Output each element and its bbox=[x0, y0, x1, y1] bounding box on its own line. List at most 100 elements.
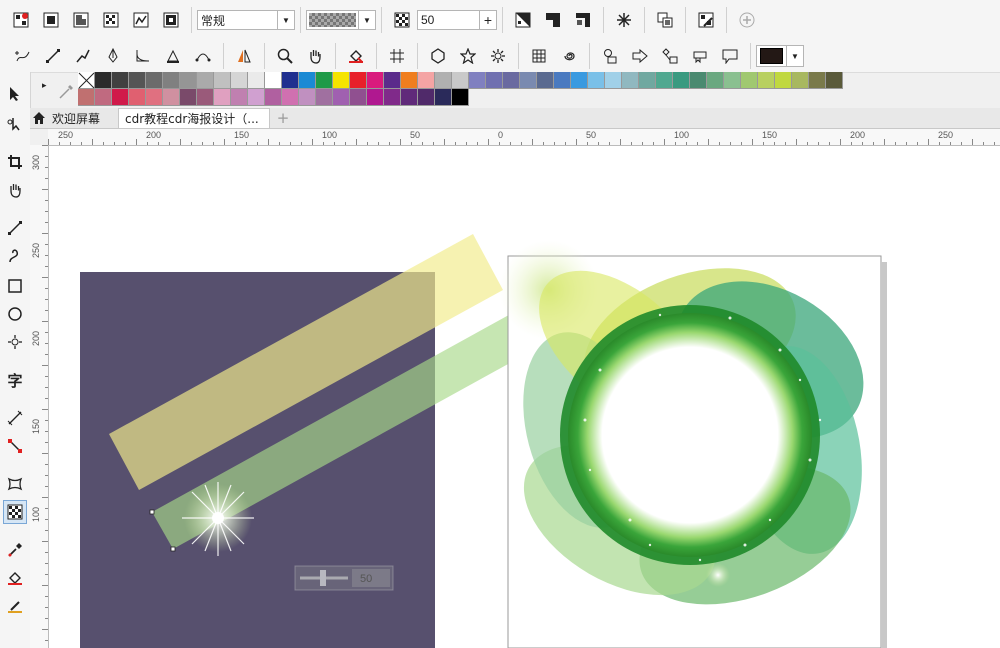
envelope-tool-icon[interactable] bbox=[3, 472, 27, 496]
color-swatch[interactable] bbox=[826, 72, 843, 89]
color-swatch[interactable] bbox=[452, 89, 469, 106]
interactive-fill-icon[interactable] bbox=[344, 44, 368, 68]
polygon-tool-icon[interactable] bbox=[3, 330, 27, 354]
all-transparency-icon[interactable] bbox=[571, 8, 595, 32]
color-swatch[interactable] bbox=[129, 72, 146, 89]
color-swatch[interactable] bbox=[775, 72, 792, 89]
color-swatch[interactable] bbox=[163, 72, 180, 89]
color-swatch[interactable] bbox=[316, 89, 333, 106]
color-swatch[interactable] bbox=[367, 72, 384, 89]
color-swatch[interactable] bbox=[78, 89, 95, 106]
color-swatch[interactable] bbox=[656, 72, 673, 89]
color-swatch[interactable] bbox=[248, 72, 265, 89]
artistic-media-icon[interactable] bbox=[3, 244, 27, 268]
color-swatch[interactable] bbox=[792, 72, 809, 89]
color-swatch[interactable] bbox=[588, 72, 605, 89]
tab-welcome[interactable]: 欢迎屏幕 bbox=[32, 108, 112, 128]
crop-tool-icon[interactable] bbox=[3, 150, 27, 174]
freehand-tool-icon[interactable] bbox=[3, 216, 27, 240]
pick-tool-icon[interactable] bbox=[3, 82, 27, 106]
color-swatch[interactable] bbox=[707, 72, 724, 89]
color-swatch[interactable] bbox=[248, 89, 265, 106]
color-swatch[interactable] bbox=[622, 72, 639, 89]
color-swatch[interactable] bbox=[163, 89, 180, 106]
color-swatch[interactable] bbox=[503, 72, 520, 89]
text-tool-icon[interactable]: 字 bbox=[3, 368, 27, 392]
color-swatch[interactable] bbox=[690, 72, 707, 89]
transparency-picker[interactable]: ▼ bbox=[306, 10, 376, 30]
merge-mode-select[interactable]: 常规 ▼ bbox=[197, 10, 295, 30]
vector-pattern-transparency-icon[interactable] bbox=[99, 8, 123, 32]
edit-transparency-icon[interactable] bbox=[694, 8, 718, 32]
outline-color-picker[interactable]: ▼ bbox=[756, 45, 804, 67]
color-swatch[interactable] bbox=[486, 72, 503, 89]
pen-tool-icon[interactable] bbox=[101, 44, 125, 68]
selection-handle[interactable] bbox=[149, 509, 155, 515]
bitmap-pattern-transparency-icon[interactable] bbox=[129, 8, 153, 32]
color-swatch[interactable] bbox=[180, 89, 197, 106]
color-swatch[interactable] bbox=[95, 72, 112, 89]
color-swatch[interactable] bbox=[435, 72, 452, 89]
color-swatch[interactable] bbox=[554, 72, 571, 89]
palette-eyedropper-icon[interactable] bbox=[58, 84, 74, 100]
color-swatch[interactable] bbox=[95, 89, 112, 106]
three-point-curve-icon[interactable] bbox=[191, 44, 215, 68]
color-swatch[interactable] bbox=[452, 72, 469, 89]
line-tool-icon[interactable] bbox=[41, 44, 65, 68]
palette-scroll-left-icon[interactable]: ▸ bbox=[42, 80, 47, 91]
connector-tool-icon[interactable] bbox=[3, 434, 27, 458]
graph-paper-icon[interactable] bbox=[527, 44, 551, 68]
color-swatch[interactable] bbox=[639, 72, 656, 89]
color-swatch[interactable] bbox=[282, 72, 299, 89]
color-swatch[interactable] bbox=[299, 89, 316, 106]
arrow-shapes-icon[interactable] bbox=[628, 44, 652, 68]
eyedropper-tool-icon[interactable] bbox=[3, 538, 27, 562]
pan-hand-icon[interactable] bbox=[303, 44, 327, 68]
color-swatch[interactable] bbox=[197, 89, 214, 106]
mirror-icon[interactable] bbox=[232, 44, 256, 68]
smart-fill-icon[interactable] bbox=[161, 44, 185, 68]
color-swatch[interactable] bbox=[724, 72, 741, 89]
color-swatch[interactable] bbox=[350, 89, 367, 106]
color-swatch[interactable] bbox=[418, 72, 435, 89]
fountain-transparency-icon[interactable] bbox=[69, 8, 93, 32]
chevron-down-icon[interactable]: ▼ bbox=[786, 46, 803, 66]
color-swatch[interactable] bbox=[146, 89, 163, 106]
color-swatch[interactable] bbox=[384, 72, 401, 89]
color-swatch[interactable] bbox=[401, 72, 418, 89]
color-swatch[interactable] bbox=[146, 72, 163, 89]
star-icon[interactable] bbox=[456, 44, 480, 68]
vertical-ruler[interactable]: 300 250 200 150 100 bbox=[30, 145, 49, 648]
uniform-transparency-icon[interactable] bbox=[39, 8, 63, 32]
no-color-swatch[interactable] bbox=[78, 72, 95, 89]
grid-icon[interactable] bbox=[385, 44, 409, 68]
callout-shapes-icon[interactable] bbox=[718, 44, 742, 68]
transparency-tool-icon[interactable] bbox=[3, 500, 27, 524]
color-swatch[interactable] bbox=[197, 72, 214, 89]
freeze-icon[interactable] bbox=[612, 8, 636, 32]
complex-star-icon[interactable] bbox=[486, 44, 510, 68]
shape-tool-icon[interactable] bbox=[3, 112, 27, 136]
color-swatch[interactable] bbox=[758, 72, 775, 89]
color-swatch[interactable] bbox=[520, 72, 537, 89]
color-swatch[interactable] bbox=[214, 89, 231, 106]
zoom-icon[interactable] bbox=[273, 44, 297, 68]
transparency-value-field[interactable]: 50 + bbox=[417, 10, 497, 30]
fill-transparency-icon[interactable] bbox=[511, 8, 535, 32]
color-swatch[interactable] bbox=[265, 89, 282, 106]
transparency-slider[interactable] bbox=[294, 565, 394, 591]
outline-transparency-icon[interactable] bbox=[541, 8, 565, 32]
color-swatch[interactable] bbox=[350, 72, 367, 89]
tab-document[interactable]: cdr教程cdr海报设计（... bbox=[118, 108, 270, 128]
color-swatch[interactable] bbox=[384, 89, 401, 106]
ruler-origin[interactable] bbox=[30, 129, 49, 146]
color-swatch[interactable] bbox=[282, 89, 299, 106]
color-swatch[interactable] bbox=[673, 72, 690, 89]
bspline-tool-icon[interactable] bbox=[131, 44, 155, 68]
interactive-fill-tool-icon[interactable] bbox=[3, 566, 27, 590]
ellipse-tool-icon[interactable] bbox=[3, 302, 27, 326]
copy-transparency-icon[interactable] bbox=[653, 8, 677, 32]
flowchart-shapes-icon[interactable] bbox=[658, 44, 682, 68]
chevron-down-icon[interactable]: ▼ bbox=[277, 11, 294, 29]
color-swatch[interactable] bbox=[265, 72, 282, 89]
